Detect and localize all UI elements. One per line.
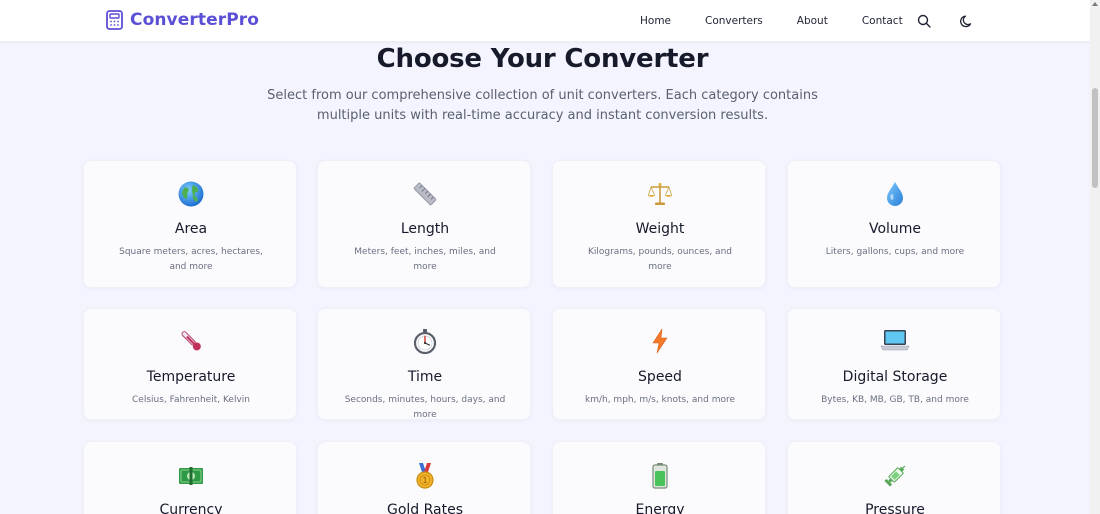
converter-card-gold-rates[interactable]: 1 Gold Rates <box>317 441 531 514</box>
card-title: Weight <box>635 221 685 237</box>
theme-toggle-button[interactable] <box>958 12 976 30</box>
card-description: Bytes, KB, MB, GB, TB, and more <box>821 395 969 405</box>
nav-link-converters[interactable]: Converters <box>705 15 763 27</box>
card-title: Digital Storage <box>842 369 948 385</box>
section-title: Choose Your Converter <box>376 44 709 74</box>
converter-card-digital-storage[interactable]: Digital Storage Bytes, KB, MB, GB, TB, a… <box>787 308 1001 420</box>
ruler-icon <box>318 180 532 208</box>
medal-icon: 1 <box>318 462 532 490</box>
battery-icon <box>553 462 767 490</box>
nav-link-contact[interactable]: Contact <box>862 15 903 27</box>
card-description: km/h, mph, m/s, knots, and more <box>584 395 736 405</box>
nav-link-home[interactable]: Home <box>640 15 671 27</box>
card-description: Square meters, acres, hectares, and more <box>119 247 263 272</box>
converter-card-volume[interactable]: Volume Liters, gallons, cups, and more <box>787 160 1001 288</box>
card-title: Speed <box>638 369 682 385</box>
calculator-icon <box>106 10 123 30</box>
converter-card-area[interactable]: Area Square meters, acres, hectares, and… <box>83 160 297 288</box>
card-title: Length <box>400 221 450 237</box>
card-title: Energy <box>635 502 685 514</box>
scales-icon <box>553 180 767 208</box>
converter-card-time[interactable]: Time Seconds, minutes, hours, days, and … <box>317 308 531 420</box>
moon-icon <box>960 15 972 28</box>
card-description: Celsius, Fahrenheit, Kelvin <box>132 395 250 405</box>
money-icon <box>84 462 298 490</box>
converter-card-speed[interactable]: Speed km/h, mph, m/s, knots, and more <box>552 308 766 420</box>
stopwatch-icon <box>318 327 532 355</box>
lightning-icon <box>553 327 767 355</box>
converter-card-temperature[interactable]: Temperature Celsius, Fahrenheit, Kelvin <box>83 308 297 420</box>
card-title: Pressure <box>865 502 925 514</box>
converter-card-length[interactable]: Length Meters, feet, inches, miles, and … <box>317 160 531 288</box>
card-title: Volume <box>868 221 922 237</box>
thermometer-icon <box>84 327 298 355</box>
brand-name: ConverterPro <box>130 10 260 30</box>
nav-links: Home Converters About Contact <box>640 0 937 42</box>
svg-text:1: 1 <box>422 476 427 485</box>
search-icon <box>917 14 931 28</box>
card-title: Gold Rates <box>386 502 464 514</box>
converter-card-pressure[interactable]: Pressure <box>787 441 1001 514</box>
card-description: Liters, gallons, cups, and more <box>825 247 965 257</box>
card-title: Currency <box>159 502 223 514</box>
card-description: Seconds, minutes, hours, days, and more <box>344 395 506 420</box>
droplet-icon <box>788 180 1002 208</box>
section-subtitle: Select from our comprehensive collection… <box>267 88 818 123</box>
brand-logo[interactable]: ConverterPro <box>106 9 259 31</box>
page-scrollbar[interactable] <box>1090 0 1100 514</box>
syringe-icon <box>788 462 1002 490</box>
navbar: ConverterPro Home Converters About Conta… <box>0 0 1090 42</box>
card-description: Meters, feet, inches, miles, and more <box>354 247 496 272</box>
card-description: Kilograms, pounds, ounces, and more <box>587 247 732 272</box>
scroll-thumb[interactable] <box>1092 88 1098 188</box>
converter-card-weight[interactable]: Weight Kilograms, pounds, ounces, and mo… <box>552 160 766 288</box>
converter-card-currency[interactable]: Currency <box>83 441 297 514</box>
globe-icon <box>84 180 298 208</box>
card-title: Time <box>407 369 443 385</box>
search-button[interactable] <box>915 12 933 30</box>
card-title: Temperature <box>146 369 236 385</box>
nav-link-about[interactable]: About <box>797 15 828 27</box>
scroll-up-icon[interactable] <box>1092 2 1098 6</box>
laptop-icon <box>788 327 1002 355</box>
card-title: Area <box>174 221 208 237</box>
converter-card-energy[interactable]: Energy <box>552 441 766 514</box>
